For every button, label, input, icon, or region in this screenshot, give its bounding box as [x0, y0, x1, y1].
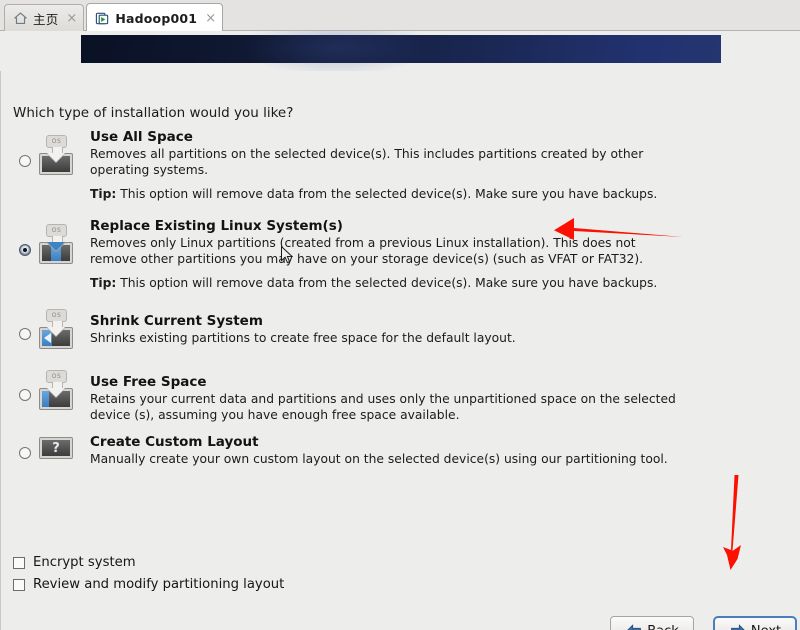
home-icon — [13, 11, 28, 26]
checkbox-label: Review and modify partitioning layout — [33, 577, 285, 592]
tab-home-close-icon[interactable]: × — [66, 12, 77, 25]
option-tip: Tip: This option will remove data from t… — [90, 187, 657, 201]
browser-tab-bar: 主页 × Hadoop001 × — [0, 0, 800, 32]
next-button[interactable]: Next — [713, 616, 797, 630]
option-title: Shrink Current System — [90, 313, 263, 329]
option-description: Shrinks existing partitions to create fr… — [90, 331, 516, 345]
option-tip-text: This option will remove data from the se… — [120, 187, 658, 201]
option-tip-label: Tip: — [90, 276, 117, 290]
checkbox-encrypt-system[interactable]: Encrypt system — [13, 555, 136, 570]
checkbox-box[interactable] — [13, 556, 25, 569]
option-description: Retains your current data and partitions… — [90, 392, 676, 422]
option-title: Replace Existing Linux System(s) — [90, 218, 343, 234]
radio-replace-existing-linux[interactable] — [19, 244, 31, 256]
option-create-custom-layout[interactable]: ? Create Custom Layout Manually create y… — [1, 434, 701, 484]
disk-use-all-space-icon: OS — [39, 135, 73, 175]
tab-hadoop001-label: Hadoop001 — [115, 10, 198, 26]
option-description: Manually create your own custom layout o… — [90, 452, 668, 466]
disk-free-space-icon: OS — [39, 370, 73, 410]
disk-shrink-icon: OS — [39, 309, 73, 349]
page-title: Which type of installation would you lik… — [13, 105, 294, 121]
disk-replace-linux-icon: OS — [39, 224, 73, 264]
option-description: Removes all partitions on the selected d… — [90, 147, 644, 177]
checkbox-review-modify-partitioning[interactable]: Review and modify partitioning layout — [13, 577, 284, 592]
option-title: Create Custom Layout — [90, 434, 259, 450]
option-description: Removes only Linux partitions (created f… — [90, 236, 644, 266]
option-tip-label: Tip: — [90, 187, 117, 201]
back-button[interactable]: Back — [610, 616, 694, 630]
option-shrink-current-system[interactable]: OS Shrink Current System Shrinks existin… — [1, 309, 701, 363]
radio-use-free-space[interactable] — [19, 389, 31, 401]
installation-type-panel: Which type of installation would you lik… — [0, 71, 800, 630]
tab-hadoop001[interactable]: Hadoop001 × — [86, 3, 224, 32]
option-use-all-space[interactable]: OS Use All Space Removes all partitions … — [1, 129, 701, 211]
radio-create-custom-layout[interactable] — [19, 447, 31, 459]
radio-use-all-space[interactable] — [19, 155, 31, 167]
tab-home-label: 主页 — [33, 11, 59, 27]
anaconda-installer-window: Which type of installation would you lik… — [0, 31, 800, 630]
mouse-cursor — [281, 245, 294, 265]
disk-custom-layout-icon: ? — [39, 423, 73, 463]
checkbox-box[interactable] — [13, 578, 25, 591]
checkbox-label: Encrypt system — [33, 555, 136, 570]
installer-banner — [81, 31, 721, 77]
option-tip-text: This option will remove data from the se… — [120, 276, 658, 290]
option-title: Use All Space — [90, 129, 193, 145]
option-replace-existing-linux[interactable]: OS Replace Existing Linux System(s) Remo… — [1, 218, 701, 300]
option-title: Use Free Space — [90, 374, 207, 390]
terminal-icon — [95, 11, 110, 26]
radio-shrink-current-system[interactable] — [19, 328, 31, 340]
tab-hadoop001-close-icon[interactable]: × — [205, 12, 216, 25]
option-tip: Tip: This option will remove data from t… — [90, 276, 657, 290]
option-use-free-space[interactable]: OS Use Free Space Retains your current d… — [1, 370, 701, 434]
tab-home[interactable]: 主页 × — [4, 4, 85, 31]
